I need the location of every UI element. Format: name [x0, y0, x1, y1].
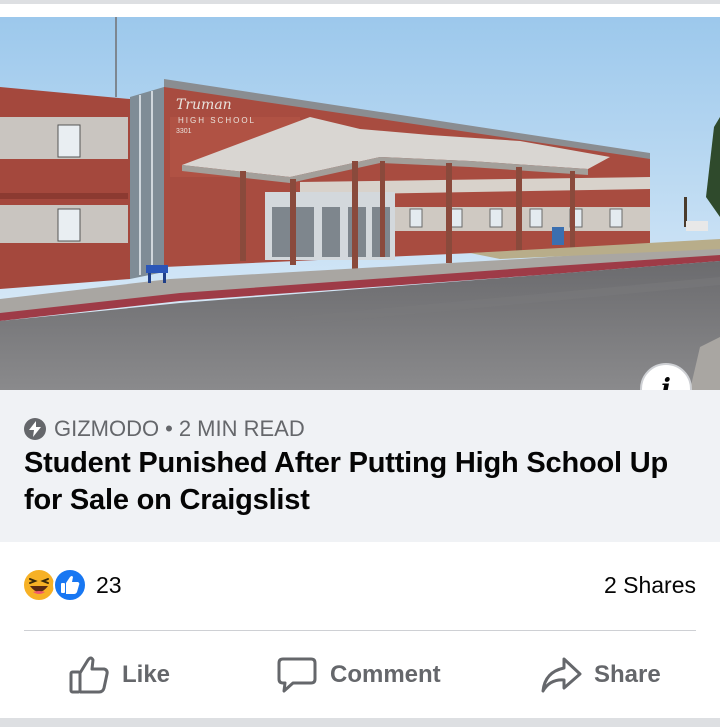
bottom-divider: [0, 718, 720, 727]
read-time: 2 MIN READ: [178, 416, 305, 441]
reaction-icons[interactable]: [22, 568, 88, 602]
thumbs-up-icon: [69, 656, 109, 694]
school-sign-subtitle: HIGH SCHOOL: [178, 116, 256, 125]
link-preview-card[interactable]: GIZMODO • 2 MIN READ Student Punished Af…: [0, 390, 720, 542]
comment-label: Comment: [330, 661, 441, 688]
share-arrow-icon: [541, 657, 582, 693]
school-photo: Truman HIGH SCHOOL 3301: [0, 17, 720, 390]
school-sign-name: Truman: [176, 97, 232, 113]
engagement-row: 23 2 Shares: [0, 560, 720, 612]
lightning-icon: [24, 418, 46, 440]
haha-icon: [22, 568, 56, 602]
action-bar: Like Comment Share: [0, 632, 720, 718]
reaction-count[interactable]: 23: [96, 572, 122, 599]
school-sign-address: 3301: [176, 128, 192, 135]
share-label: Share: [594, 661, 661, 688]
article-source-row: GIZMODO • 2 MIN READ: [24, 416, 305, 442]
source-separator: •: [165, 416, 173, 441]
like-button[interactable]: Like: [68, 632, 170, 718]
source-name: GIZMODO: [54, 416, 160, 441]
article-image[interactable]: Truman HIGH SCHOOL 3301: [0, 17, 720, 390]
comment-button[interactable]: Comment: [276, 632, 441, 718]
article-headline[interactable]: Student Punished After Putting High Scho…: [24, 445, 684, 519]
like-label: Like: [122, 661, 171, 688]
shares-count[interactable]: 2 Shares: [604, 572, 696, 599]
top-spacer: [0, 4, 720, 17]
divider: [24, 630, 696, 631]
share-button[interactable]: Share: [540, 632, 661, 718]
like-icon: [53, 568, 87, 602]
comment-icon: [277, 657, 317, 693]
